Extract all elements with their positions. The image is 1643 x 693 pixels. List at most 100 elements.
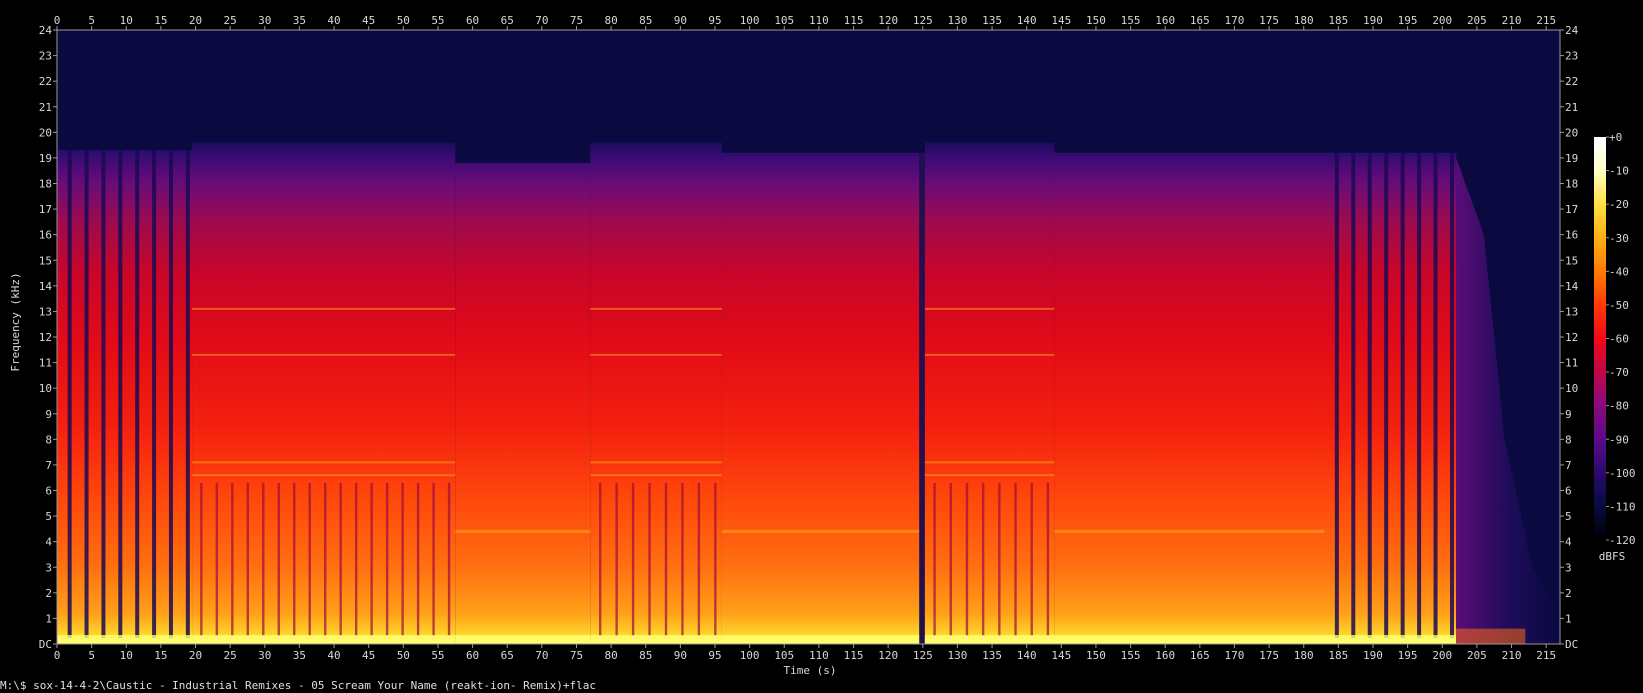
spectrogram-plot [56, 29, 1561, 645]
x-tick-label-top: 70 [535, 14, 548, 27]
x-tick-label-top: 135 [982, 14, 1002, 27]
x-tick-label-top: 10 [120, 14, 133, 27]
y-tick-label-right: 2 [1565, 587, 1572, 600]
x-tick-label: 120 [878, 649, 898, 662]
x-tick-label-top: 40 [327, 14, 340, 27]
spectrogram-harmonic-line [924, 461, 1055, 464]
spectrogram-pulse-gap [1351, 152, 1356, 639]
x-tick-label-top: 200 [1432, 14, 1452, 27]
y-tick-label-right: 3 [1565, 561, 1572, 574]
colorbar-tick-label: +0 [1609, 131, 1622, 144]
spectrogram-beat-gap [949, 482, 952, 636]
x-tick-label-top: 155 [1121, 14, 1141, 27]
y-tick-label: 6 [45, 485, 52, 498]
x-tick-label-top: 5 [88, 14, 95, 27]
spectrogram-beat-gap [277, 482, 280, 636]
spectrogram-pulse-gap [118, 150, 123, 638]
x-tick-label: 60 [466, 649, 479, 662]
spectrogram-harmonic-line [455, 529, 591, 533]
x-tick-label: 205 [1467, 649, 1487, 662]
x-tick-label-top: 85 [639, 14, 652, 27]
spectrogram-beat-gap [339, 482, 342, 636]
x-tick-label-top: 25 [224, 14, 237, 27]
x-tick-label: 200 [1432, 649, 1452, 662]
spectrogram-pulse-gap [152, 150, 157, 638]
x-tick-label: 30 [258, 649, 271, 662]
x-tick-label: 50 [397, 649, 410, 662]
x-tick-label-top: 145 [1051, 14, 1071, 27]
spectrogram-beat-gap [200, 482, 203, 636]
spectrogram-bass-band [57, 635, 193, 644]
colorbar-tick-label: -40 [1609, 265, 1629, 278]
x-tick-label: 105 [774, 649, 794, 662]
x-tick-label-top: 80 [604, 14, 617, 27]
spectrogram-pulse-gap [1449, 152, 1454, 639]
y-tick-label: 18 [39, 178, 52, 191]
spectrogram-beat-gap [1014, 482, 1017, 636]
x-tick-label-top: 125 [913, 14, 933, 27]
y-tick-label-right: 9 [1565, 408, 1572, 421]
spectrogram-harmonic-line [192, 353, 456, 356]
spectrogram-section [721, 152, 920, 645]
spectrogram-pulse-gap [135, 150, 140, 638]
spectrogram-pulse-gap [1400, 152, 1405, 639]
x-tick-label: 90 [674, 649, 687, 662]
x-tick-label: 5 [88, 649, 95, 662]
colorbar-tick-label: -110 [1609, 500, 1636, 513]
spectrogram-harmonic-line [924, 474, 1055, 477]
spectrogram-beat-gap [293, 482, 296, 636]
x-tick-label-top: 190 [1363, 14, 1383, 27]
spectrogram-beat-gap [998, 482, 1001, 636]
spectrogram-beat-gap [308, 482, 311, 636]
spectrogram-pulse-gap [185, 150, 190, 638]
spectrogram-beat-gap [648, 482, 651, 636]
y-tick-label: 2 [45, 587, 52, 600]
spectrogram-pulse-gap [168, 150, 173, 638]
y-tick-label-right: 14 [1565, 280, 1579, 293]
spectrogram-bass-band [721, 635, 920, 644]
y-tick-label-right: 7 [1565, 459, 1572, 472]
spectrogram-beat-gap [664, 482, 668, 636]
spectrogram-harmonic-line [590, 474, 722, 477]
spectrogram-harmonic-line [192, 474, 456, 477]
spectrogram-bass-band [590, 635, 722, 644]
spectrogram-harmonic-line [924, 307, 1055, 310]
x-tick-label-top: 150 [1086, 14, 1106, 27]
spectrogram-pulse-gap [101, 150, 106, 638]
x-tick-label: 130 [947, 649, 967, 662]
y-tick-label: 15 [39, 254, 52, 267]
x-tick-label-top: 165 [1190, 14, 1210, 27]
colorbar-gradient [1594, 137, 1606, 540]
y-tick-label: 11 [39, 357, 52, 370]
x-tick-label-top: 115 [844, 14, 864, 27]
y-tick-label-right: 10 [1565, 382, 1578, 395]
x-tick-label: 125 [913, 649, 933, 662]
spectrogram-beat-gap [246, 482, 249, 636]
x-tick-label: 40 [327, 649, 340, 662]
x-tick-label: 10 [120, 649, 133, 662]
spectrogram-harmonic-line [590, 307, 722, 310]
x-tick-label-top: 105 [774, 14, 794, 27]
y-tick-label-right: 11 [1565, 357, 1578, 370]
spectrogram-beat-gap [714, 482, 717, 636]
y-tick-label-right: 1 [1565, 612, 1572, 625]
spectrogram-beat-gap [231, 482, 234, 636]
x-tick-label: 0 [54, 649, 61, 662]
spectrogram-beat-gap [324, 482, 327, 636]
x-tick-label-top: 0 [54, 14, 61, 27]
spectrogram-beat-gap [385, 482, 389, 636]
y-tick-label: 16 [39, 229, 52, 242]
y-tick-label: 17 [39, 203, 52, 216]
x-tick-label-top: 45 [362, 14, 375, 27]
x-tick-label: 110 [809, 649, 829, 662]
y-axis-title: Frequency (kHz) [9, 272, 22, 371]
x-tick-label: 70 [535, 649, 548, 662]
spectrogram-harmonic-line [590, 353, 722, 356]
spectrogram-bass-band [1054, 635, 1325, 644]
spectrogram-beat-gap [401, 482, 404, 636]
x-tick-label-top: 95 [708, 14, 721, 27]
x-tick-label: 85 [639, 649, 652, 662]
x-tick-label-top: 15 [154, 14, 167, 27]
x-tick-label: 175 [1259, 649, 1279, 662]
y-tick-label: 13 [39, 305, 52, 318]
